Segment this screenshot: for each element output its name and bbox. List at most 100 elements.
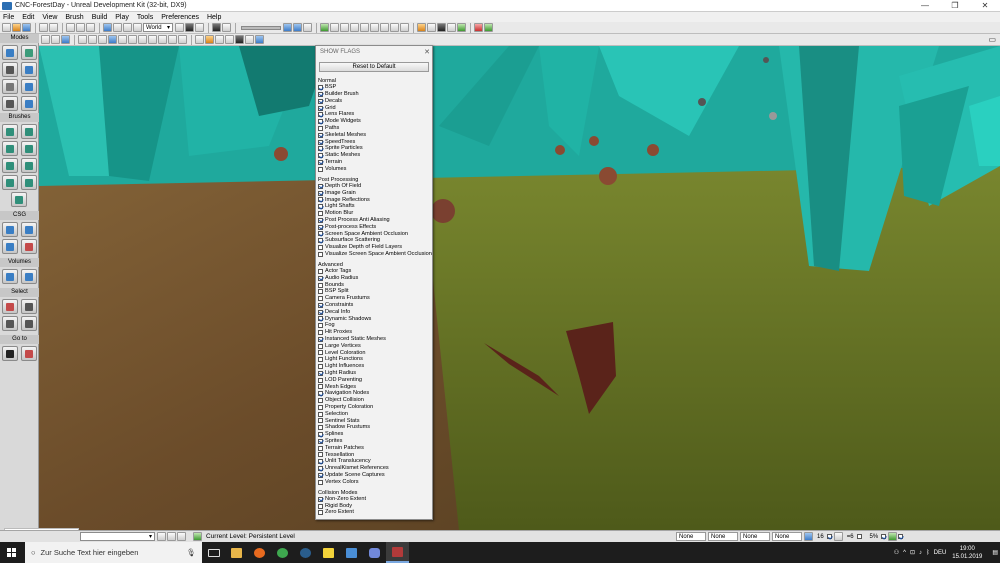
chevron-up-icon[interactable]: ^	[903, 550, 906, 556]
task-view-icon[interactable]	[202, 542, 225, 563]
volumetric-brush-button[interactable]	[11, 192, 27, 207]
show-flag-checkbox[interactable]	[318, 296, 323, 302]
autosave-checkbox[interactable]	[898, 534, 904, 539]
taskbar-search-box[interactable]: ○ Zur Suche Text hier eingeben 🎙	[25, 542, 202, 563]
show-flag-item[interactable]: Constraints	[316, 302, 432, 309]
show-flag-item[interactable]: Sprite Particles	[316, 145, 432, 152]
matinee-icon[interactable]	[222, 23, 231, 32]
show-flag-checkbox[interactable]	[318, 343, 323, 349]
scale-widget-icon[interactable]	[123, 23, 132, 32]
firefox-icon[interactable]	[248, 542, 271, 563]
show-flag-item[interactable]: Post Process Anti Aliasing	[316, 217, 432, 224]
show-flag-checkbox[interactable]	[318, 112, 323, 118]
show-flag-item[interactable]: Vertex Colors	[316, 479, 432, 486]
show-flag-checkbox[interactable]	[318, 105, 323, 111]
show-flag-item[interactable]: Unlit Translucency	[316, 458, 432, 465]
generic-browser-icon[interactable]	[185, 23, 194, 32]
show-flag-item[interactable]: Post-process Effects	[316, 224, 432, 231]
show-flag-item[interactable]: Tessellation	[316, 452, 432, 459]
move-mode-button[interactable]	[20, 62, 37, 77]
show-flag-item[interactable]: SpeedTrees	[316, 139, 432, 146]
show-flag-checkbox[interactable]	[318, 190, 323, 196]
level-browser-icon[interactable]	[157, 532, 166, 541]
map-check-icon[interactable]	[390, 23, 399, 32]
level-stream-icon[interactable]	[177, 532, 186, 541]
invert-selection-button[interactable]	[1, 316, 18, 331]
camera-mode-button[interactable]	[1, 45, 18, 60]
show-flag-item[interactable]: Update Scene Captures	[316, 472, 432, 479]
toggle-scale-snap-icon[interactable]	[303, 23, 312, 32]
texture-align-button[interactable]	[1, 79, 18, 94]
drag-grid-slider[interactable]	[241, 25, 281, 30]
show-flag-checkbox[interactable]	[318, 159, 323, 165]
grid-snap-checkbox[interactable]	[826, 534, 832, 539]
show-flag-item[interactable]: Decal Info	[316, 309, 432, 316]
show-flag-item[interactable]: Static Meshes	[316, 152, 432, 159]
show-flag-item[interactable]: Terrain Patches	[316, 445, 432, 452]
build-geometry-icon[interactable]	[320, 23, 329, 32]
show-flag-checkbox[interactable]	[318, 245, 323, 251]
show-flag-checkbox[interactable]	[318, 336, 323, 342]
csg-intersect-button[interactable]	[1, 239, 18, 254]
menu-play[interactable]: Play	[115, 14, 129, 21]
content-browser-icon[interactable]	[417, 23, 426, 32]
unlit-icon[interactable]	[98, 35, 107, 44]
show-flag-checkbox[interactable]	[318, 503, 323, 509]
texture-density-icon[interactable]	[148, 35, 157, 44]
show-flag-checkbox[interactable]	[318, 139, 323, 145]
menu-edit[interactable]: Edit	[22, 14, 34, 21]
show-flag-checkbox[interactable]	[318, 231, 323, 237]
steam-icon[interactable]	[294, 542, 317, 563]
new-map-icon[interactable]	[2, 23, 11, 32]
volume-list-button[interactable]	[20, 269, 37, 284]
show-flag-checkbox[interactable]	[318, 445, 323, 451]
show-flag-checkbox[interactable]	[318, 452, 323, 458]
show-flag-checkbox[interactable]	[318, 183, 323, 189]
show-flag-checkbox[interactable]	[318, 275, 323, 281]
show-flag-item[interactable]: Sentinel Stats	[316, 418, 432, 425]
show-flag-checkbox[interactable]	[318, 98, 323, 104]
menu-view[interactable]: View	[42, 14, 57, 21]
show-flag-item[interactable]: Level Coloration	[316, 350, 432, 357]
file-explorer-icon[interactable]	[225, 542, 248, 563]
show-flag-item[interactable]: Light Influences	[316, 363, 432, 370]
add-volume-button[interactable]	[1, 269, 18, 284]
show-flag-checkbox[interactable]	[318, 496, 323, 502]
maximize-button[interactable]: ❐	[940, 1, 970, 10]
show-flag-checkbox[interactable]	[318, 153, 323, 159]
scale-snap-checkbox[interactable]	[881, 534, 887, 539]
language-indicator[interactable]: DEU	[934, 550, 947, 556]
coord-system-dropdown[interactable]: World ▾	[143, 23, 173, 32]
perspective-icon[interactable]	[51, 35, 60, 44]
show-flag-item[interactable]: Sprites	[316, 438, 432, 445]
chrome-icon[interactable]	[271, 542, 294, 563]
show-flag-item[interactable]: Depth Of Field	[316, 183, 432, 190]
show-flag-checkbox[interactable]	[318, 289, 323, 295]
menu-brush[interactable]: Brush	[65, 14, 83, 21]
show-flag-item[interactable]: Fog	[316, 322, 432, 329]
translate-widget-icon[interactable]	[103, 23, 112, 32]
cylinder-brush-button[interactable]	[20, 141, 37, 156]
show-flag-item[interactable]: Volumes	[316, 166, 432, 173]
camera-speed-icon[interactable]	[215, 35, 224, 44]
menu-help[interactable]: Help	[207, 14, 221, 21]
bluetooth-icon[interactable]: ᛒ	[926, 550, 930, 556]
csg-subtract-button[interactable]	[20, 222, 37, 237]
kismet-icon[interactable]	[212, 23, 221, 32]
notifications-icon[interactable]: ▤	[992, 549, 998, 556]
show-flag-checkbox[interactable]	[318, 119, 323, 125]
people-icon[interactable]: ⚇	[894, 549, 899, 556]
static-mesh-mode-button[interactable]	[1, 96, 18, 111]
sticky-notes-icon[interactable]	[317, 542, 340, 563]
discord-icon[interactable]	[363, 542, 386, 563]
sheet-brush-button[interactable]	[20, 158, 37, 173]
show-flag-item[interactable]: Grid	[316, 105, 432, 112]
menu-preferences[interactable]: Preferences	[161, 14, 199, 21]
show-flag-item[interactable]: Rigid Body	[316, 503, 432, 510]
show-flag-item[interactable]: Bounds	[316, 282, 432, 289]
clock[interactable]: 19:00 15.01.2019	[952, 545, 982, 561]
autosave-icon[interactable]	[888, 532, 898, 541]
show-flag-item[interactable]: Non-Zero Extent	[316, 496, 432, 503]
show-flag-item[interactable]: LOD Parenting	[316, 377, 432, 384]
show-flag-checkbox[interactable]	[318, 238, 323, 244]
